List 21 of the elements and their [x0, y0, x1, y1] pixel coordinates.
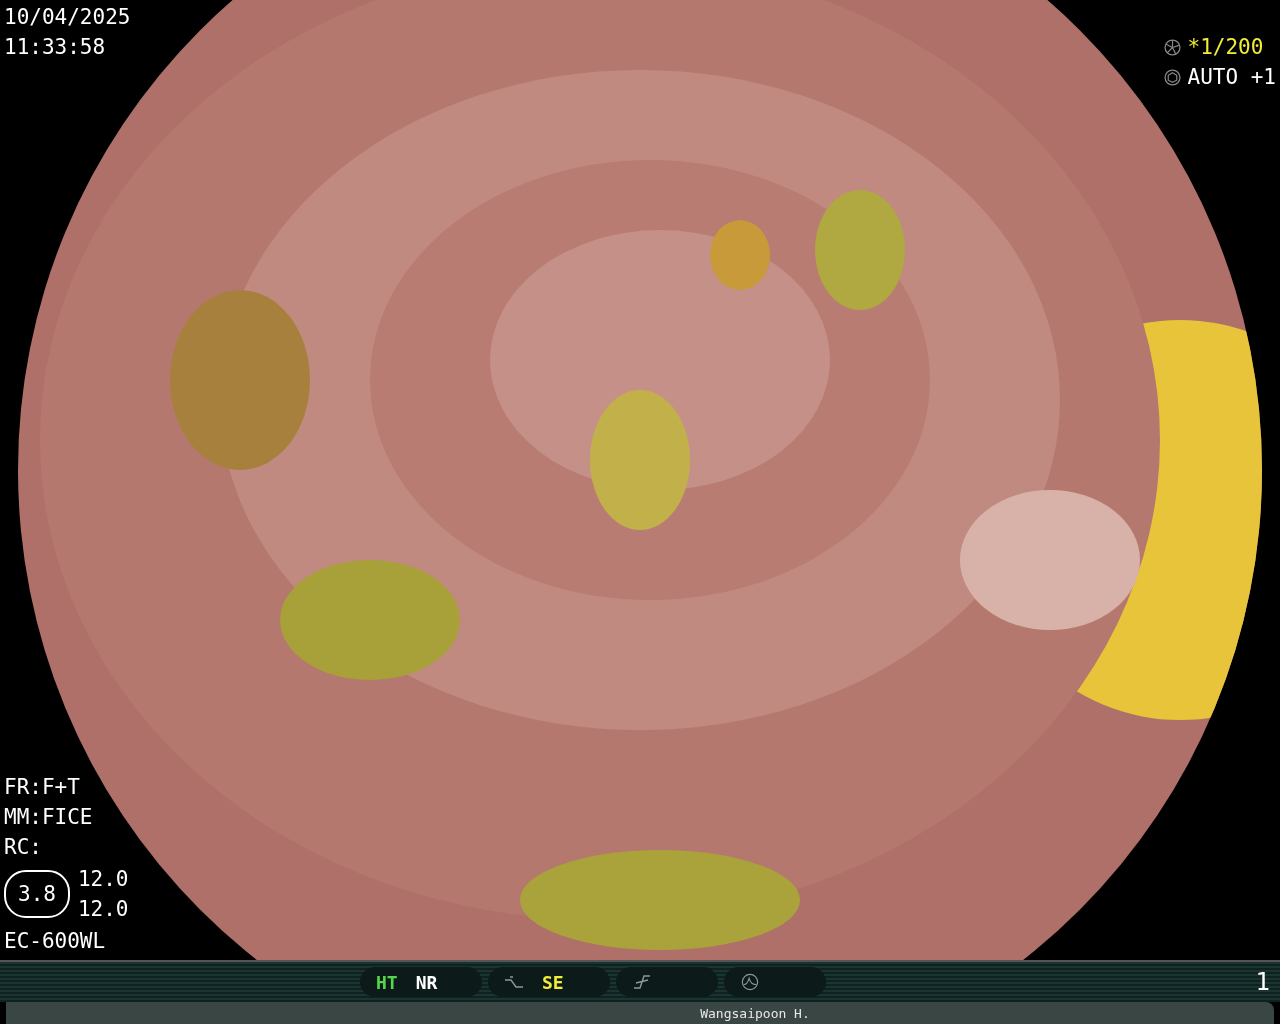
peak-icon — [740, 973, 760, 991]
curve-icon — [504, 973, 524, 991]
image-number: 1 — [1255, 968, 1270, 996]
exposure-text: *1/200 — [1187, 34, 1264, 61]
aperture-icon — [1164, 68, 1182, 86]
reading-text: 12.0 — [77, 866, 129, 893]
patient-name: Wangsaipoon H. — [700, 1005, 810, 1021]
setting-text: MM:FICE — [4, 804, 93, 831]
zoom-badge: 3.8 — [4, 870, 70, 918]
mode-label: HT — [376, 971, 398, 993]
date-text: 10/04/2025 — [4, 4, 131, 31]
exposure-text: AUTO +1 — [1187, 64, 1276, 91]
setting-text: FR:F+T — [4, 774, 80, 801]
shutter-icon — [1164, 38, 1182, 56]
mode-label: SE — [542, 971, 564, 993]
time-text: 11:33:58 — [4, 34, 106, 61]
reading-text: 12.0 — [77, 896, 129, 923]
slash-curve-icon — [632, 973, 652, 991]
setting-text: RC: — [4, 834, 42, 861]
scope-model-text: EC-600WL — [4, 928, 106, 955]
mode-label: NR — [415, 971, 438, 993]
